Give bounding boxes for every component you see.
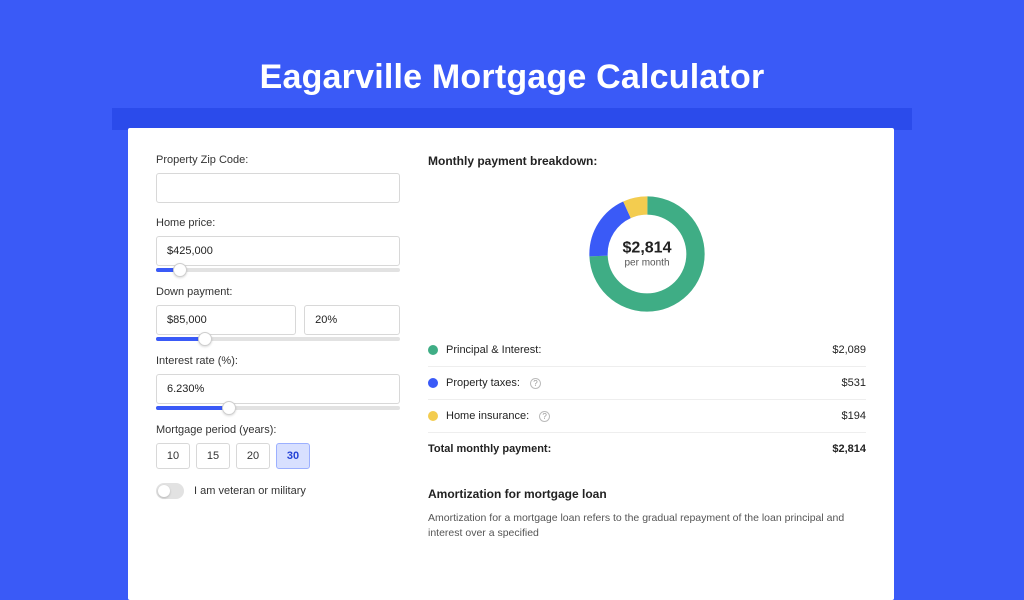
breakdown-row-label: Principal & Interest: <box>446 344 541 356</box>
breakdown-column: Monthly payment breakdown: $2,814 per mo… <box>428 154 866 540</box>
period-segmented: 10152030 <box>156 443 400 469</box>
period-group: Mortgage period (years): 10152030 <box>156 424 400 469</box>
veteran-row: I am veteran or military <box>156 483 400 499</box>
breakdown-row: Principal & Interest: $2,089 <box>428 334 866 367</box>
down-payment-group: Down payment: <box>156 286 400 341</box>
down-payment-pct-input[interactable] <box>304 305 400 335</box>
home-price-slider[interactable] <box>156 268 400 272</box>
down-payment-slider[interactable] <box>156 337 400 341</box>
zip-label: Property Zip Code: <box>156 154 400 166</box>
interest-slider[interactable] <box>156 406 400 410</box>
period-option-10[interactable]: 10 <box>156 443 190 469</box>
interest-slider-thumb[interactable] <box>222 401 236 415</box>
breakdown-rows: Principal & Interest: $2,089 Property taxe… <box>428 334 866 433</box>
down-payment-input[interactable] <box>156 305 296 335</box>
info-icon[interactable]: ? <box>539 411 550 422</box>
period-option-15[interactable]: 15 <box>196 443 230 469</box>
breakdown-row-value: $531 <box>842 377 866 389</box>
info-icon[interactable]: ? <box>530 378 541 389</box>
interest-label: Interest rate (%): <box>156 355 400 367</box>
breakdown-row-label: Property taxes: <box>446 377 520 389</box>
veteran-label: I am veteran or military <box>194 485 306 497</box>
home-price-slider-thumb[interactable] <box>173 263 187 277</box>
breakdown-total-row: Total monthly payment: $2,814 <box>428 433 866 465</box>
legend-dot <box>428 411 438 421</box>
interest-group: Interest rate (%): <box>156 355 400 410</box>
form-column: Property Zip Code: Home price: Down paym… <box>156 154 400 540</box>
period-label: Mortgage period (years): <box>156 424 400 436</box>
breakdown-row: Property taxes:? $531 <box>428 367 866 400</box>
home-price-label: Home price: <box>156 217 400 229</box>
down-payment-slider-thumb[interactable] <box>198 332 212 346</box>
legend-dot <box>428 378 438 388</box>
breakdown-row: Home insurance:? $194 <box>428 400 866 433</box>
amortization-text: Amortization for a mortgage loan refers … <box>428 511 866 540</box>
zip-input[interactable] <box>156 173 400 203</box>
calculator-card: Property Zip Code: Home price: Down paym… <box>128 128 894 600</box>
breakdown-row-label: Home insurance: <box>446 410 529 422</box>
breakdown-total-label: Total monthly payment: <box>428 443 551 455</box>
home-price-group: Home price: <box>156 217 400 272</box>
breakdown-title: Monthly payment breakdown: <box>428 154 866 168</box>
donut-value: $2,814 <box>623 240 672 258</box>
period-option-30[interactable]: 30 <box>276 443 310 469</box>
veteran-toggle-knob <box>158 485 170 497</box>
donut-chart: $2,814 per month <box>583 190 711 318</box>
interest-input[interactable] <box>156 374 400 404</box>
breakdown-row-value: $194 <box>842 410 866 422</box>
period-option-20[interactable]: 20 <box>236 443 270 469</box>
page-title: Eagarville Mortgage Calculator <box>0 0 1024 105</box>
breakdown-row-value: $2,089 <box>832 344 866 356</box>
donut-sub: per month <box>623 258 672 269</box>
legend-dot <box>428 345 438 355</box>
home-price-input[interactable] <box>156 236 400 266</box>
amortization-title: Amortization for mortgage loan <box>428 487 866 501</box>
down-payment-label: Down payment: <box>156 286 400 298</box>
zip-group: Property Zip Code: <box>156 154 400 203</box>
donut-chart-wrap: $2,814 per month <box>428 182 866 334</box>
breakdown-total-value: $2,814 <box>832 443 866 455</box>
veteran-toggle[interactable] <box>156 483 184 499</box>
header-band <box>112 108 912 130</box>
donut-center: $2,814 per month <box>623 240 672 269</box>
